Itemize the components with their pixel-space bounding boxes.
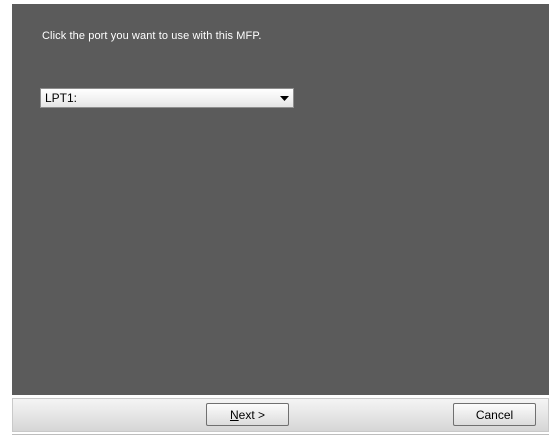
cancel-button[interactable]: Cancel <box>453 403 536 426</box>
port-selection-dialog: Click the port you want to use with this… <box>0 0 557 444</box>
content-panel: Click the port you want to use with this… <box>12 4 549 395</box>
port-dropdown[interactable]: LPT1: <box>40 88 294 108</box>
chevron-down-icon[interactable] <box>275 89 293 107</box>
next-button-mnemonic: N <box>229 407 239 422</box>
next-button[interactable]: Next > <box>206 403 289 426</box>
port-dropdown-value: LPT1: <box>45 91 78 105</box>
footer-divider <box>12 434 549 435</box>
instruction-text: Click the port you want to use with this… <box>42 30 262 42</box>
button-bar: Next > Cancel <box>0 395 557 444</box>
next-button-label: ext > <box>238 407 266 422</box>
